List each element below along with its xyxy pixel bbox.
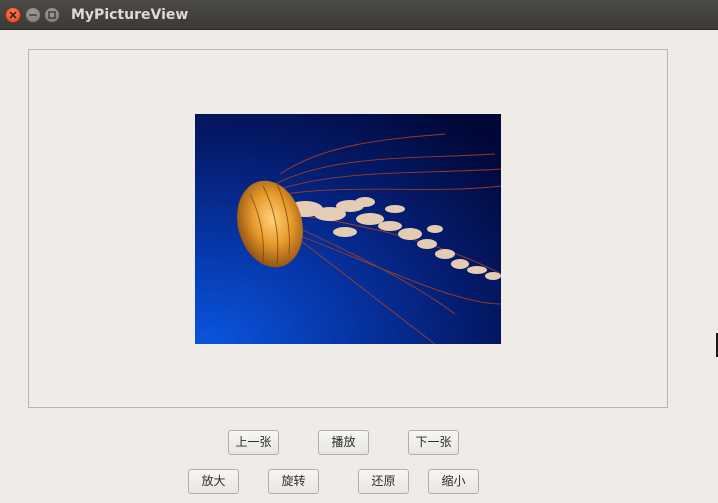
zoom-out-button[interactable]: 缩小: [428, 469, 479, 494]
previous-picture-button[interactable]: 上一张: [228, 430, 279, 455]
title-bar[interactable]: MyPictureView: [0, 0, 718, 30]
jellyfish-image: [195, 114, 501, 344]
window-close-button[interactable]: [5, 7, 21, 23]
restore-button[interactable]: 还原: [358, 469, 409, 494]
jellyfish-photo-icon: [195, 114, 501, 344]
rotate-button[interactable]: 旋转: [268, 469, 319, 494]
close-icon: [9, 11, 17, 19]
window-title: MyPictureView: [71, 7, 189, 23]
zoom-in-button[interactable]: 放大: [188, 469, 239, 494]
maximize-icon: [48, 11, 56, 19]
window-maximize-button[interactable]: [44, 7, 60, 23]
play-button[interactable]: 播放: [318, 430, 369, 455]
next-picture-button[interactable]: 下一张: [408, 430, 459, 455]
minimize-icon: [29, 14, 37, 16]
app-window: MyPictureView 上一张 播放 下一张 放大 旋转 还原 缩小: [0, 0, 718, 503]
window-minimize-button[interactable]: [25, 7, 41, 23]
